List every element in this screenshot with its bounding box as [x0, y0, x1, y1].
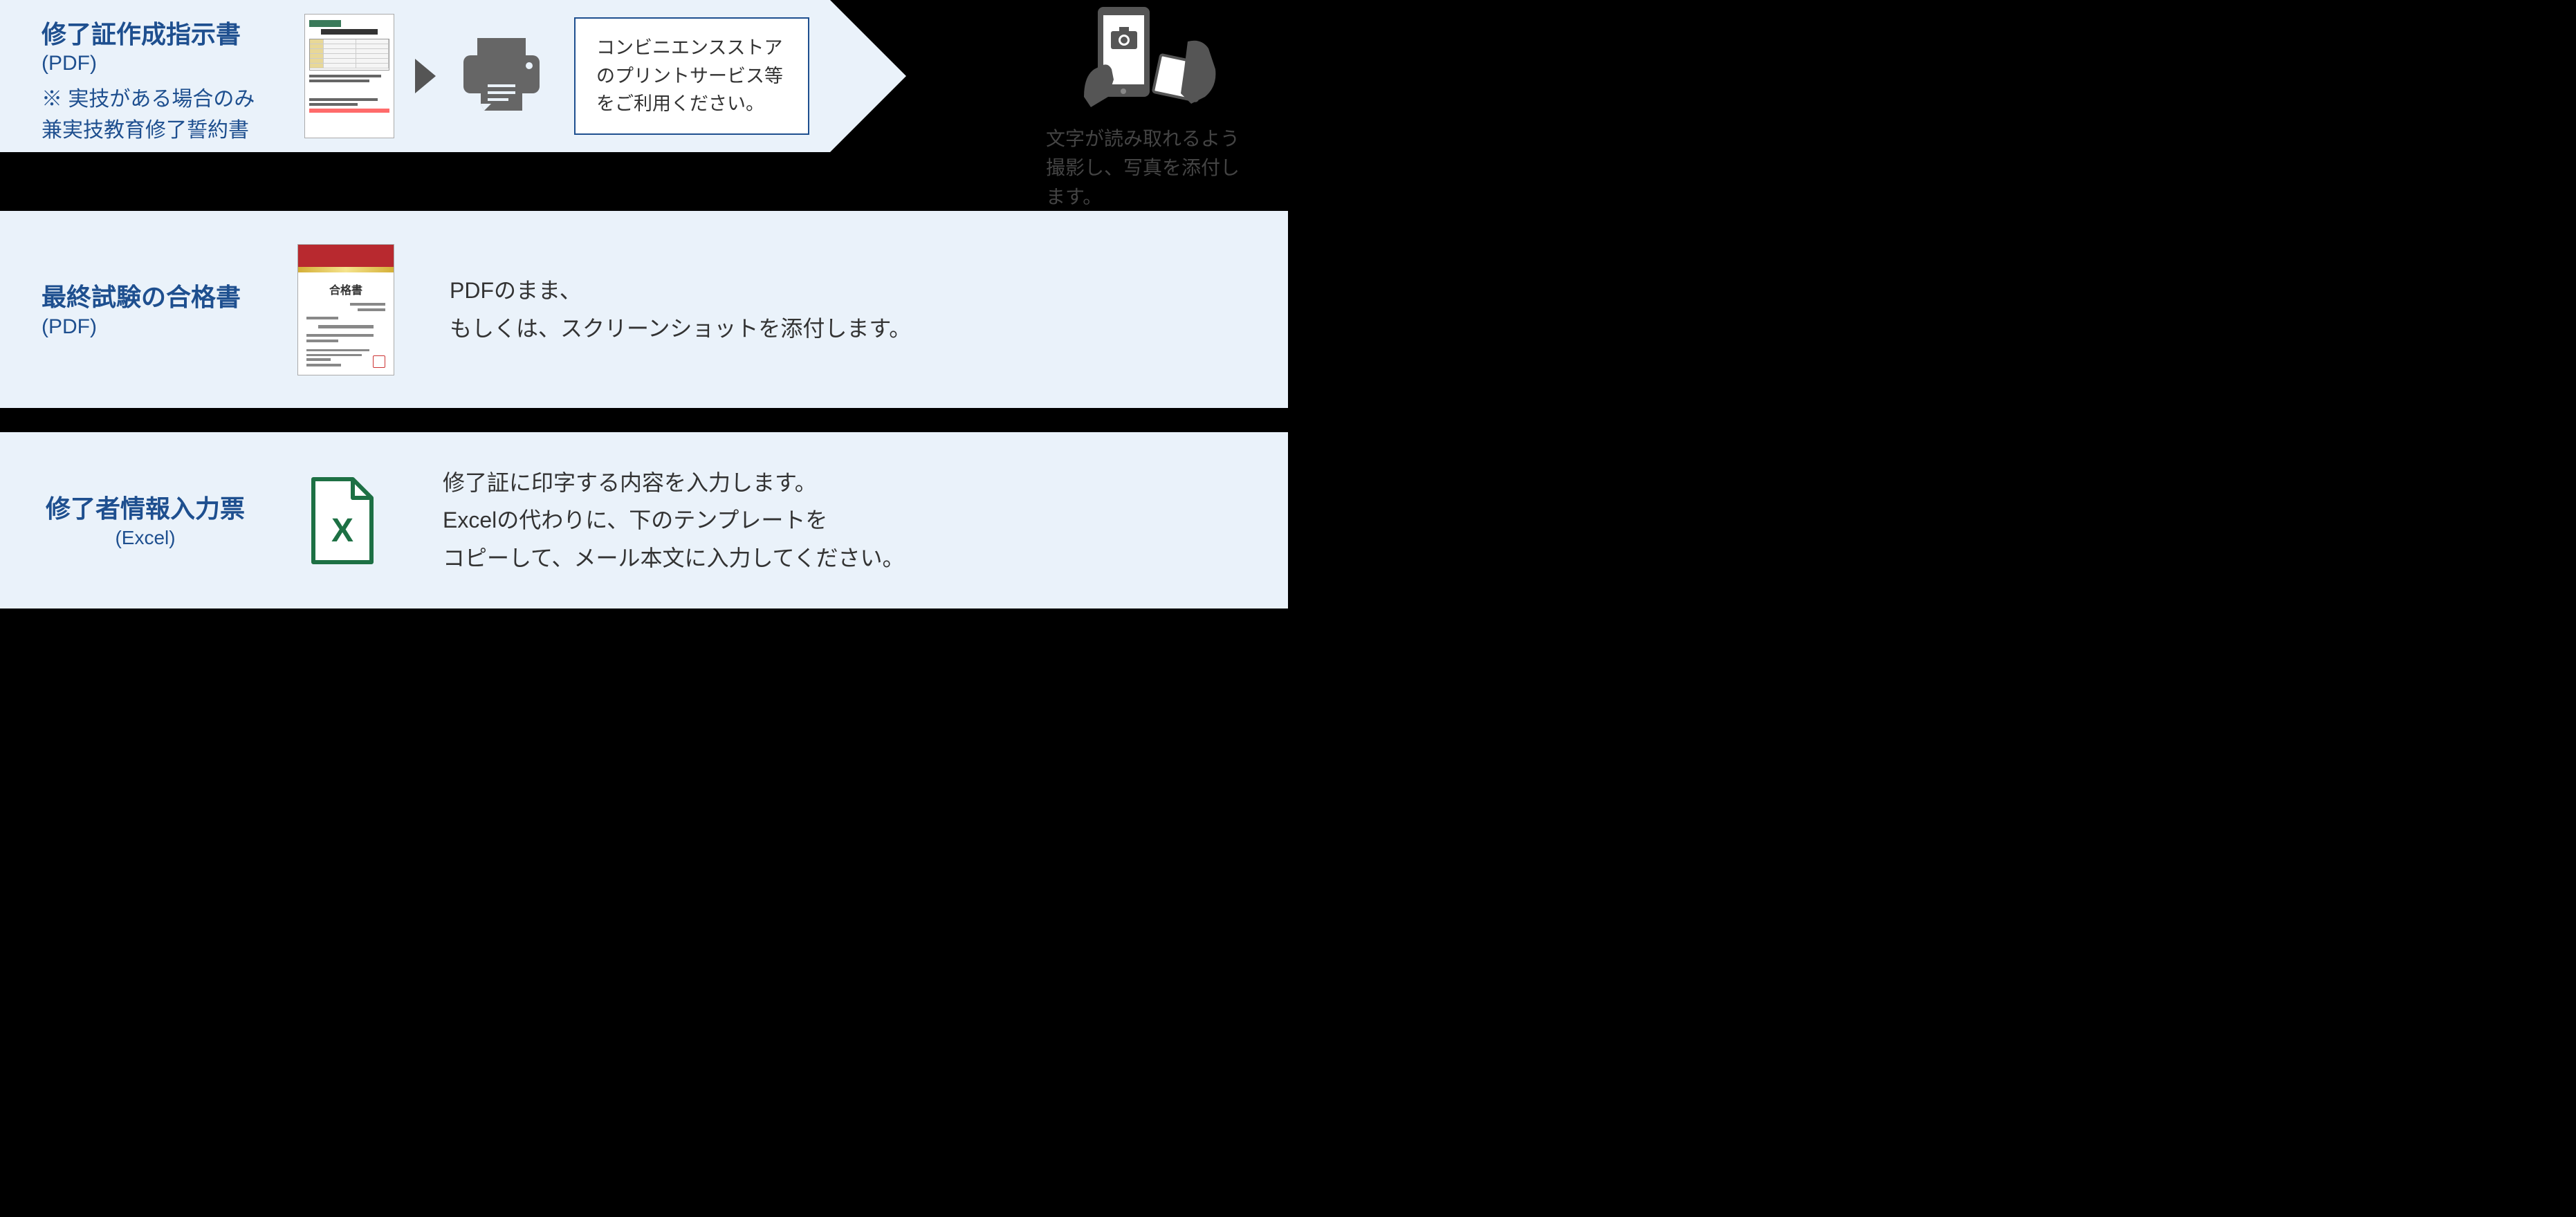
title-format-3: (Excel)	[14, 527, 277, 549]
title-block-3: 修了者情報入力票 (Excel)	[0, 492, 277, 548]
title-block-1: 修了証作成指示書 (PDF) ※ 実技がある場合のみ 兼実技教育修了誓約書	[0, 0, 291, 146]
svg-text:X: X	[331, 512, 353, 549]
print-service-infobox: コンビニエンスストアのプリントサービス等をご利用ください。	[574, 17, 809, 135]
title-main-1: 修了証作成指示書	[42, 20, 241, 48]
printer-icon	[457, 35, 546, 118]
title-main-3: 修了者情報入力票	[14, 492, 277, 526]
title-main-2: 最終試験の合格書	[42, 283, 241, 311]
camera-hands-icon	[1080, 0, 1219, 118]
cert-title: 合格書	[298, 281, 394, 297]
arrow-right-icon	[415, 59, 436, 93]
document-thumbnail-certificate: 合格書	[297, 244, 394, 375]
title-sub-1: ※ 実技がある場合のみ 兼実技教育修了誓約書	[42, 84, 291, 146]
row-instruction-pdf: 修了証作成指示書 (PDF) ※ 実技がある場合のみ 兼実技教育修了誓約書	[0, 0, 1288, 152]
row-certificate-pdf: 最終試験の合格書 (PDF) 合格書 PDFのまま、 もしくは、スクリーンショット…	[0, 211, 1288, 408]
camera-block: 文字が読み取れるよう撮影し、写真を添付します。	[1046, 0, 1253, 212]
row-info-excel: 修了者情報入力票 (Excel) X 修了証に印字する内容を入力します。 Exc…	[0, 432, 1288, 608]
title-block-2: 最終試験の合格書 (PDF)	[0, 280, 291, 338]
title-format-2: (PDF)	[42, 315, 97, 338]
document-thumbnail-instruction	[304, 14, 394, 138]
camera-instruction-text: 文字が読み取れるよう撮影し、写真を添付します。	[1046, 124, 1240, 212]
row1-title: 修了証作成指示書 (PDF)	[42, 17, 291, 75]
row3-description: 修了証に印字する内容を入力します。 Excelの代わりに、下のテンプレートを コ…	[443, 464, 905, 577]
excel-file-icon: X	[308, 476, 377, 566]
title-format-1: (PDF)	[42, 52, 97, 75]
row2-description: PDFのまま、 もしくは、スクリーンショットを添付します。	[450, 272, 911, 347]
